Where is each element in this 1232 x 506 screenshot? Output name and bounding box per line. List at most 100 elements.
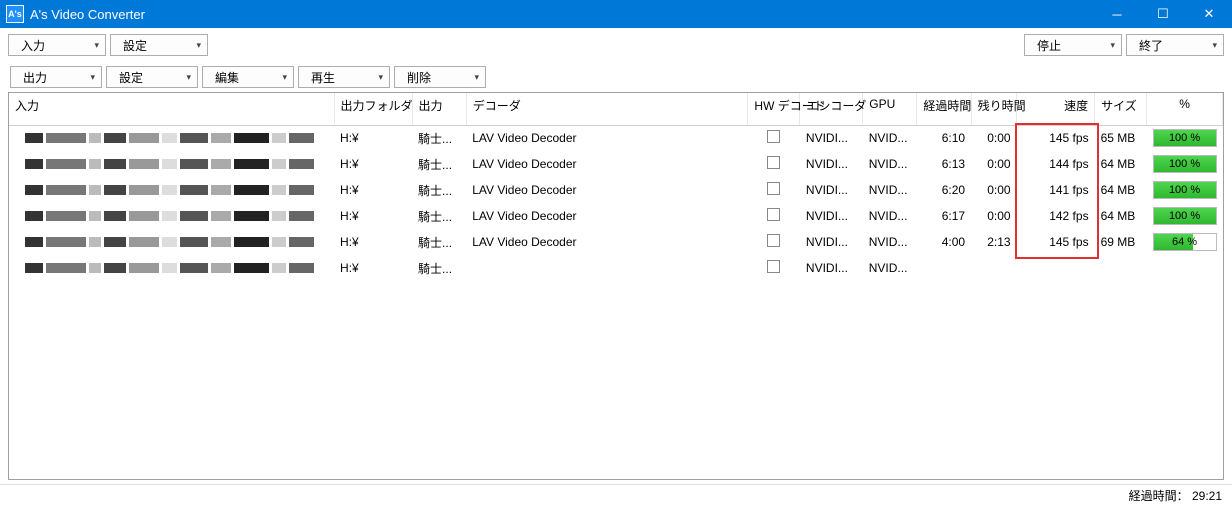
table-row[interactable]: H:¥騎士...LAV Video DecoderNVIDI...NVID...… [9,151,1223,177]
chevron-down-icon: ▾ [378,72,383,83]
col-input[interactable]: 入力 [9,93,334,125]
redacted-filename [15,133,328,143]
settings-dropdown[interactable]: 設定 ▾ [110,34,208,56]
col-decoder[interactable]: デコーダ [466,93,748,125]
cell-decoder: LAV Video Decoder [466,125,748,151]
exit-dropdown[interactable]: 終了 ▾ [1126,34,1224,56]
progress-text: 100 % [1169,132,1200,144]
cell-out_folder: H:¥ [334,151,412,177]
hw-decode-checkbox[interactable] [767,130,780,143]
maximize-button[interactable]: ☐ [1140,0,1186,28]
col-percent[interactable]: % [1147,93,1223,125]
redacted-filename [15,159,328,169]
redacted-filename [15,185,328,195]
input-label: 入力 [21,37,45,54]
cell-elapsed: 6:17 [917,203,971,229]
settings-label: 設定 [123,37,147,54]
minimize-button[interactable]: ─ [1094,0,1140,28]
col-elapsed[interactable]: 経過時間 [917,93,971,125]
cell-output: 騎士... [412,125,466,151]
redacted-filename [15,237,328,247]
hw-decode-checkbox[interactable] [767,234,780,247]
cell-speed: 141 fps [1017,177,1095,203]
table-row[interactable]: H:¥騎士...LAV Video DecoderNVIDI...NVID...… [9,203,1223,229]
redacted-filename [15,211,328,221]
col-hw-decode[interactable]: HW デコード [748,93,800,125]
close-button[interactable]: ✕ [1186,0,1232,28]
cell-out_folder: H:¥ [334,177,412,203]
cell-size: 69 MB [1095,229,1147,255]
table-row[interactable]: H:¥騎士...LAV Video DecoderNVIDI...NVID...… [9,229,1223,255]
col-gpu[interactable]: GPU [863,93,917,125]
cell-size [1095,255,1147,281]
cell-speed: 144 fps [1017,151,1095,177]
stop-dropdown[interactable]: 停止 ▾ [1024,34,1122,56]
cell-out_folder: H:¥ [334,125,412,151]
cell-remaining: 0:00 [971,177,1017,203]
cell-output: 騎士... [412,203,466,229]
chevron-down-icon: ▾ [90,72,95,83]
cell-output: 騎士... [412,229,466,255]
input-dropdown[interactable]: 入力 ▾ [8,34,106,56]
cell-gpu: NVID... [863,203,917,229]
job-table-container[interactable]: 入力 出力フォルダ 出力 デコーダ HW デコード エンコーダ GPU 経過時間… [8,92,1224,480]
cell-elapsed: 6:13 [917,151,971,177]
cell-speed: 142 fps [1017,203,1095,229]
progress-bar: 100 % [1153,129,1217,147]
col-remaining[interactable]: 残り時間 [971,93,1017,125]
col-output[interactable]: 出力 [412,93,466,125]
cell-out_folder: H:¥ [334,229,412,255]
progress-bar: 100 % [1153,155,1217,173]
settings2-label: 設定 [119,69,143,86]
edit-label: 編集 [215,69,239,86]
cell-decoder: LAV Video Decoder [466,151,748,177]
hw-decode-checkbox[interactable] [767,208,780,221]
chevron-down-icon: ▾ [1110,40,1115,51]
cell-remaining: 0:00 [971,203,1017,229]
cell-encoder: NVIDI... [800,125,863,151]
cell-encoder: NVIDI... [800,203,863,229]
app-icon: A's [6,5,24,23]
progress-bar: 64 % [1153,233,1217,251]
col-out-folder[interactable]: 出力フォルダ [334,93,412,125]
cell-remaining: 0:00 [971,151,1017,177]
col-size[interactable]: サイズ [1095,93,1147,125]
progress-text: 64 % [1172,236,1197,248]
cell-elapsed: 4:00 [917,229,971,255]
cell-encoder: NVIDI... [800,229,863,255]
settings2-dropdown[interactable]: 設定 ▾ [106,66,198,88]
delete-label: 削除 [407,69,431,86]
table-row[interactable]: H:¥騎士...NVIDI...NVID... [9,255,1223,281]
play-dropdown[interactable]: 再生 ▾ [298,66,390,88]
edit-dropdown[interactable]: 編集 ▾ [202,66,294,88]
hw-decode-checkbox[interactable] [767,260,780,273]
cell-speed [1017,255,1095,281]
cell-output: 騎士... [412,177,466,203]
cell-gpu: NVID... [863,125,917,151]
status-elapsed-value: 29:21 [1192,489,1222,503]
chevron-down-icon: ▾ [474,72,479,83]
output-dropdown[interactable]: 出力 ▾ [10,66,102,88]
table-row[interactable]: H:¥騎士...LAV Video DecoderNVIDI...NVID...… [9,177,1223,203]
progress-text: 100 % [1169,184,1200,196]
col-speed[interactable]: 速度 [1017,93,1095,125]
stop-label: 停止 [1037,37,1061,54]
col-encoder[interactable]: エンコーダ [800,93,863,125]
hw-decode-checkbox[interactable] [767,182,780,195]
progress-text: 100 % [1169,158,1200,170]
statusbar: 経過時間： 29:21 [0,484,1232,506]
cell-output: 騎士... [412,151,466,177]
table-row[interactable]: H:¥騎士...LAV Video Decoder NVIDI...NVID...… [9,125,1223,151]
job-table: 入力 出力フォルダ 出力 デコーダ HW デコード エンコーダ GPU 経過時間… [9,93,1223,281]
delete-dropdown[interactable]: 削除 ▾ [394,66,486,88]
cell-speed: 145 fps [1017,229,1095,255]
cell-decoder: LAV Video Decoder [466,229,748,255]
hw-decode-checkbox[interactable] [767,156,780,169]
cell-output: 騎士... [412,255,466,281]
cell-remaining [971,255,1017,281]
cell-encoder: NVIDI... [800,151,863,177]
cell-size: 65 MB [1095,125,1147,151]
cell-remaining: 0:00 [971,125,1017,151]
cell-decoder: LAV Video Decoder [466,203,748,229]
cell-elapsed: 6:20 [917,177,971,203]
